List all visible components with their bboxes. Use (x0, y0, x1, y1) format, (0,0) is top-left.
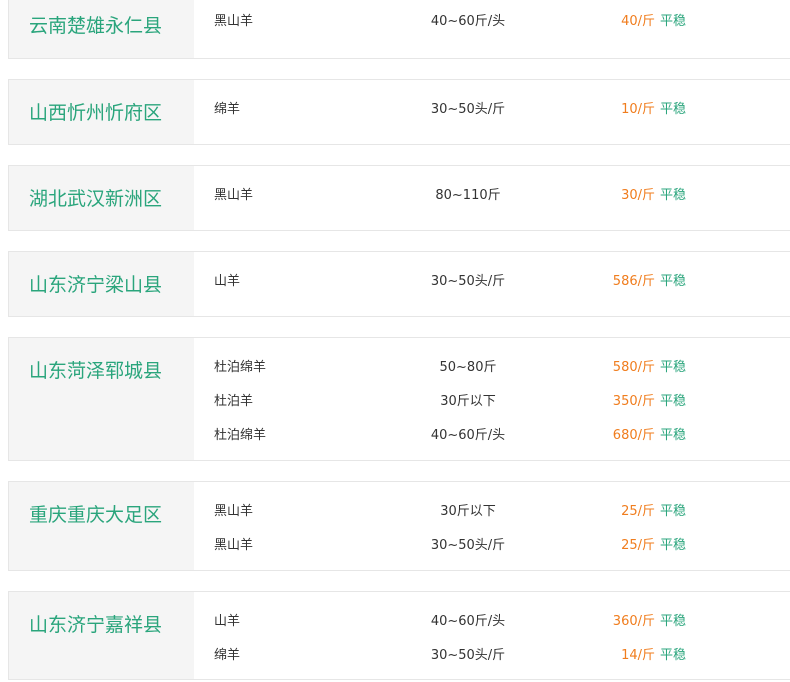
product-name: 杜泊羊 (214, 394, 254, 409)
price-trend: 平稳 (660, 504, 687, 519)
product-price: 14/斤 (621, 648, 655, 663)
product-name: 黑山羊 (214, 504, 254, 519)
price-card: 山东济宁嘉祥县 山羊 40~60斤/头 360/斤 平稳 绵羊 30~50头/斤… (8, 591, 790, 680)
price-rows: 山羊 30~50头/斤 586/斤 平稳 (194, 252, 790, 316)
product-name: 黑山羊 (214, 14, 254, 29)
product-price: 360/斤 (612, 614, 655, 629)
price-rows: 绵羊 30~50头/斤 10/斤 平稳 (194, 80, 790, 144)
product-name: 山羊 (214, 274, 241, 289)
product-price: 25/斤 (621, 504, 655, 519)
product-price: 25/斤 (621, 538, 655, 553)
list-item: 山羊 40~60斤/头 360/斤 平稳 (194, 610, 790, 630)
price-trend: 平稳 (660, 360, 687, 375)
product-price: 30/斤 (621, 188, 655, 203)
product-spec: 80~110斤 (435, 188, 501, 203)
product-spec: 30~50头/斤 (430, 538, 506, 553)
list-item: 黑山羊 40~60斤/头 40/斤 平稳 (194, 10, 790, 30)
price-card: 山东济宁梁山县 山羊 30~50头/斤 586/斤 平稳 (8, 251, 790, 317)
price-trend: 平稳 (660, 394, 687, 409)
price-trend: 平稳 (660, 428, 687, 443)
price-trend: 平稳 (660, 102, 687, 117)
product-name: 杜泊绵羊 (214, 360, 267, 375)
region-name[interactable]: 山东济宁梁山县 (9, 252, 194, 316)
price-trend: 平稳 (660, 274, 687, 289)
product-name: 山羊 (214, 614, 241, 629)
product-spec: 30斤以下 (440, 504, 496, 519)
list-item: 绵羊 30~50头/斤 10/斤 平稳 (194, 98, 790, 118)
product-name: 杜泊绵羊 (214, 428, 267, 443)
product-spec: 30~50头/斤 (430, 648, 506, 663)
product-price: 10/斤 (621, 102, 655, 117)
price-trend: 平稳 (660, 648, 687, 663)
price-card: 山西忻州忻府区 绵羊 30~50头/斤 10/斤 平稳 (8, 79, 790, 145)
region-name[interactable]: 云南楚雄永仁县 (9, 0, 194, 58)
region-name[interactable]: 山东菏泽郓城县 (9, 338, 194, 460)
product-name: 黑山羊 (214, 188, 254, 203)
list-item: 杜泊绵羊 50~80斤 580/斤 平稳 (194, 356, 790, 376)
region-name[interactable]: 重庆重庆大足区 (9, 482, 194, 570)
product-price: 586/斤 (612, 274, 655, 289)
list-item: 黑山羊 30斤以下 25/斤 平稳 (194, 500, 790, 520)
region-name[interactable]: 山东济宁嘉祥县 (9, 592, 194, 679)
price-rows: 黑山羊 80~110斤 30/斤 平稳 (194, 166, 790, 230)
product-name: 绵羊 (214, 102, 241, 117)
price-rows: 山羊 40~60斤/头 360/斤 平稳 绵羊 30~50头/斤 14/斤 平稳 (194, 592, 790, 679)
price-card: 山东菏泽郓城县 杜泊绵羊 50~80斤 580/斤 平稳 杜泊羊 30斤以下 3… (8, 337, 790, 461)
price-trend: 平稳 (660, 188, 687, 203)
product-price: 350/斤 (612, 394, 655, 409)
price-trend: 平稳 (660, 14, 687, 29)
price-trend: 平稳 (660, 538, 687, 553)
product-spec: 30~50头/斤 (430, 274, 506, 289)
product-spec: 40~60斤/头 (430, 14, 506, 29)
product-price: 580/斤 (612, 360, 655, 375)
product-spec: 30斤以下 (440, 394, 496, 409)
price-trend: 平稳 (660, 614, 687, 629)
list-item: 黑山羊 80~110斤 30/斤 平稳 (194, 184, 790, 204)
list-item: 杜泊绵羊 40~60斤/头 680/斤 平稳 (194, 424, 790, 444)
product-price: 680/斤 (612, 428, 655, 443)
list-item: 杜泊羊 30斤以下 350/斤 平稳 (194, 390, 790, 410)
price-rows: 杜泊绵羊 50~80斤 580/斤 平稳 杜泊羊 30斤以下 350/斤 平稳 … (194, 338, 790, 460)
product-name: 绵羊 (214, 648, 241, 663)
price-card: 湖北武汉新洲区 黑山羊 80~110斤 30/斤 平稳 (8, 165, 790, 231)
list-item: 黑山羊 30~50头/斤 25/斤 平稳 (194, 534, 790, 554)
region-name[interactable]: 山西忻州忻府区 (9, 80, 194, 144)
product-spec: 40~60斤/头 (430, 614, 506, 629)
price-card: 重庆重庆大足区 黑山羊 30斤以下 25/斤 平稳 黑山羊 30~50头/斤 2… (8, 481, 790, 571)
price-rows: 黑山羊 30斤以下 25/斤 平稳 黑山羊 30~50头/斤 25/斤 平稳 (194, 482, 790, 570)
product-spec: 30~50头/斤 (430, 102, 506, 117)
product-spec: 40~60斤/头 (430, 428, 506, 443)
list-item: 山羊 30~50头/斤 586/斤 平稳 (194, 270, 790, 290)
list-item: 绵羊 30~50头/斤 14/斤 平稳 (194, 644, 790, 664)
price-card: 云南楚雄永仁县 黑山羊 40~60斤/头 40/斤 平稳 (8, 0, 790, 59)
price-rows: 黑山羊 40~60斤/头 40/斤 平稳 (194, 0, 790, 58)
region-name[interactable]: 湖北武汉新洲区 (9, 166, 194, 230)
product-price: 40/斤 (621, 14, 655, 29)
product-spec: 50~80斤 (439, 360, 497, 375)
product-name: 黑山羊 (214, 538, 254, 553)
